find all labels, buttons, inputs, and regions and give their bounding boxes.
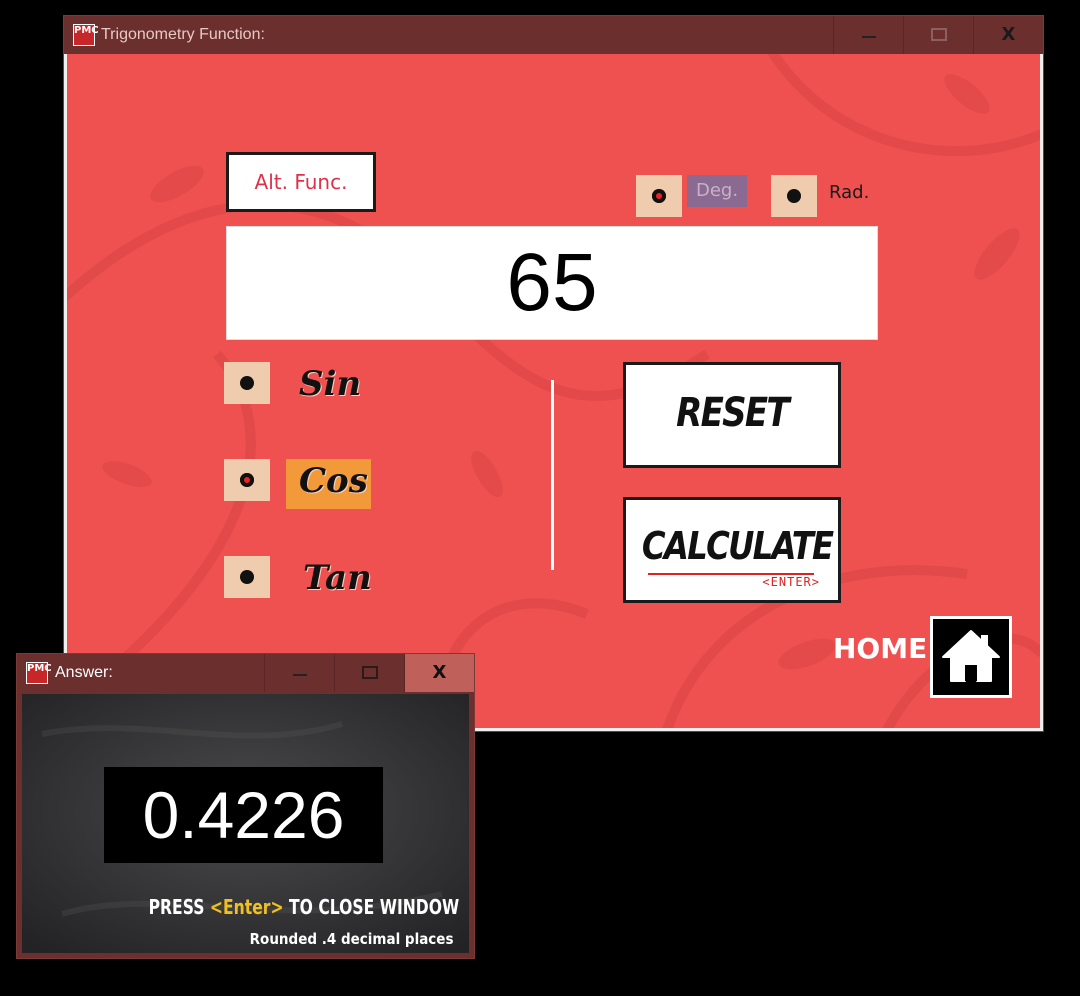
close-icon: X xyxy=(432,662,447,683)
trig-window: PMC Trigonometry Function: X Alt. Func. … xyxy=(63,15,1044,732)
calculate-label: CALCULATE xyxy=(641,524,834,568)
rad-label: Rad. xyxy=(829,182,870,203)
close-instruction: PRESS <Enter> TO CLOSE WINDOW xyxy=(148,895,459,919)
cos-label: Cos xyxy=(299,461,368,501)
close-button[interactable]: X xyxy=(404,654,474,692)
calculate-button[interactable]: CALCULATE <ENTER> xyxy=(623,497,841,603)
maximize-icon xyxy=(361,666,378,679)
instruction-prefix: PRESS xyxy=(148,895,210,919)
radio-unselected-icon xyxy=(240,376,254,390)
cos-radio[interactable] xyxy=(224,459,270,501)
sin-label: Sin xyxy=(299,364,362,404)
tan-radio[interactable] xyxy=(224,556,270,598)
radio-selected-icon xyxy=(240,473,254,487)
maximize-button[interactable] xyxy=(903,16,973,54)
deg-radio[interactable] xyxy=(636,175,682,217)
enter-hint: <ENTER> xyxy=(762,575,820,589)
reset-button[interactable]: RESET xyxy=(623,362,841,468)
sin-radio[interactable] xyxy=(224,362,270,404)
radio-unselected-icon xyxy=(240,570,254,584)
app-icon: PMC xyxy=(26,662,52,684)
instruction-suffix: TO CLOSE WINDOW xyxy=(283,895,459,919)
maximize-button[interactable] xyxy=(334,654,404,692)
rad-radio[interactable] xyxy=(771,175,817,217)
close-icon: X xyxy=(1001,24,1016,45)
title-bar[interactable]: PMC Trigonometry Function: X xyxy=(64,16,1043,54)
deg-label: Deg. xyxy=(687,175,747,207)
home-label: HOME xyxy=(833,632,928,665)
alt-func-button[interactable]: Alt. Func. xyxy=(226,152,376,212)
divider xyxy=(551,380,554,570)
minimize-icon xyxy=(292,674,307,676)
minimize-button[interactable] xyxy=(264,654,334,692)
tan-label: Tan xyxy=(303,558,372,598)
close-button[interactable]: X xyxy=(973,16,1043,54)
window-title: Trigonometry Function: xyxy=(101,26,265,43)
maximize-icon xyxy=(930,28,947,41)
angle-input[interactable]: 65 xyxy=(226,226,878,340)
answer-title-bar[interactable]: PMC Answer: X xyxy=(17,654,474,692)
answer-panel: 0.4226 PRESS <Enter> TO CLOSE WINDOW Rou… xyxy=(22,694,469,953)
home-icon xyxy=(942,630,1000,682)
minimize-button[interactable] xyxy=(833,16,903,54)
answer-window-title: Answer: xyxy=(55,664,113,681)
minimize-icon xyxy=(861,36,876,38)
reset-label: RESET xyxy=(676,390,790,436)
enter-key-label: <Enter> xyxy=(209,895,284,919)
answer-window: PMC Answer: X 0.4226 PRESS <Enter> TO CL… xyxy=(16,653,475,959)
app-icon: PMC xyxy=(73,24,99,46)
radio-selected-icon xyxy=(652,189,666,203)
radio-unselected-icon xyxy=(787,189,801,203)
rounding-note: Rounded .4 decimal places xyxy=(249,930,453,948)
home-button[interactable] xyxy=(930,616,1012,698)
calculator-panel: Alt. Func. Deg. Rad. 65 Sin Cos Tan RESE… xyxy=(67,54,1040,728)
answer-value: 0.4226 xyxy=(104,767,383,863)
